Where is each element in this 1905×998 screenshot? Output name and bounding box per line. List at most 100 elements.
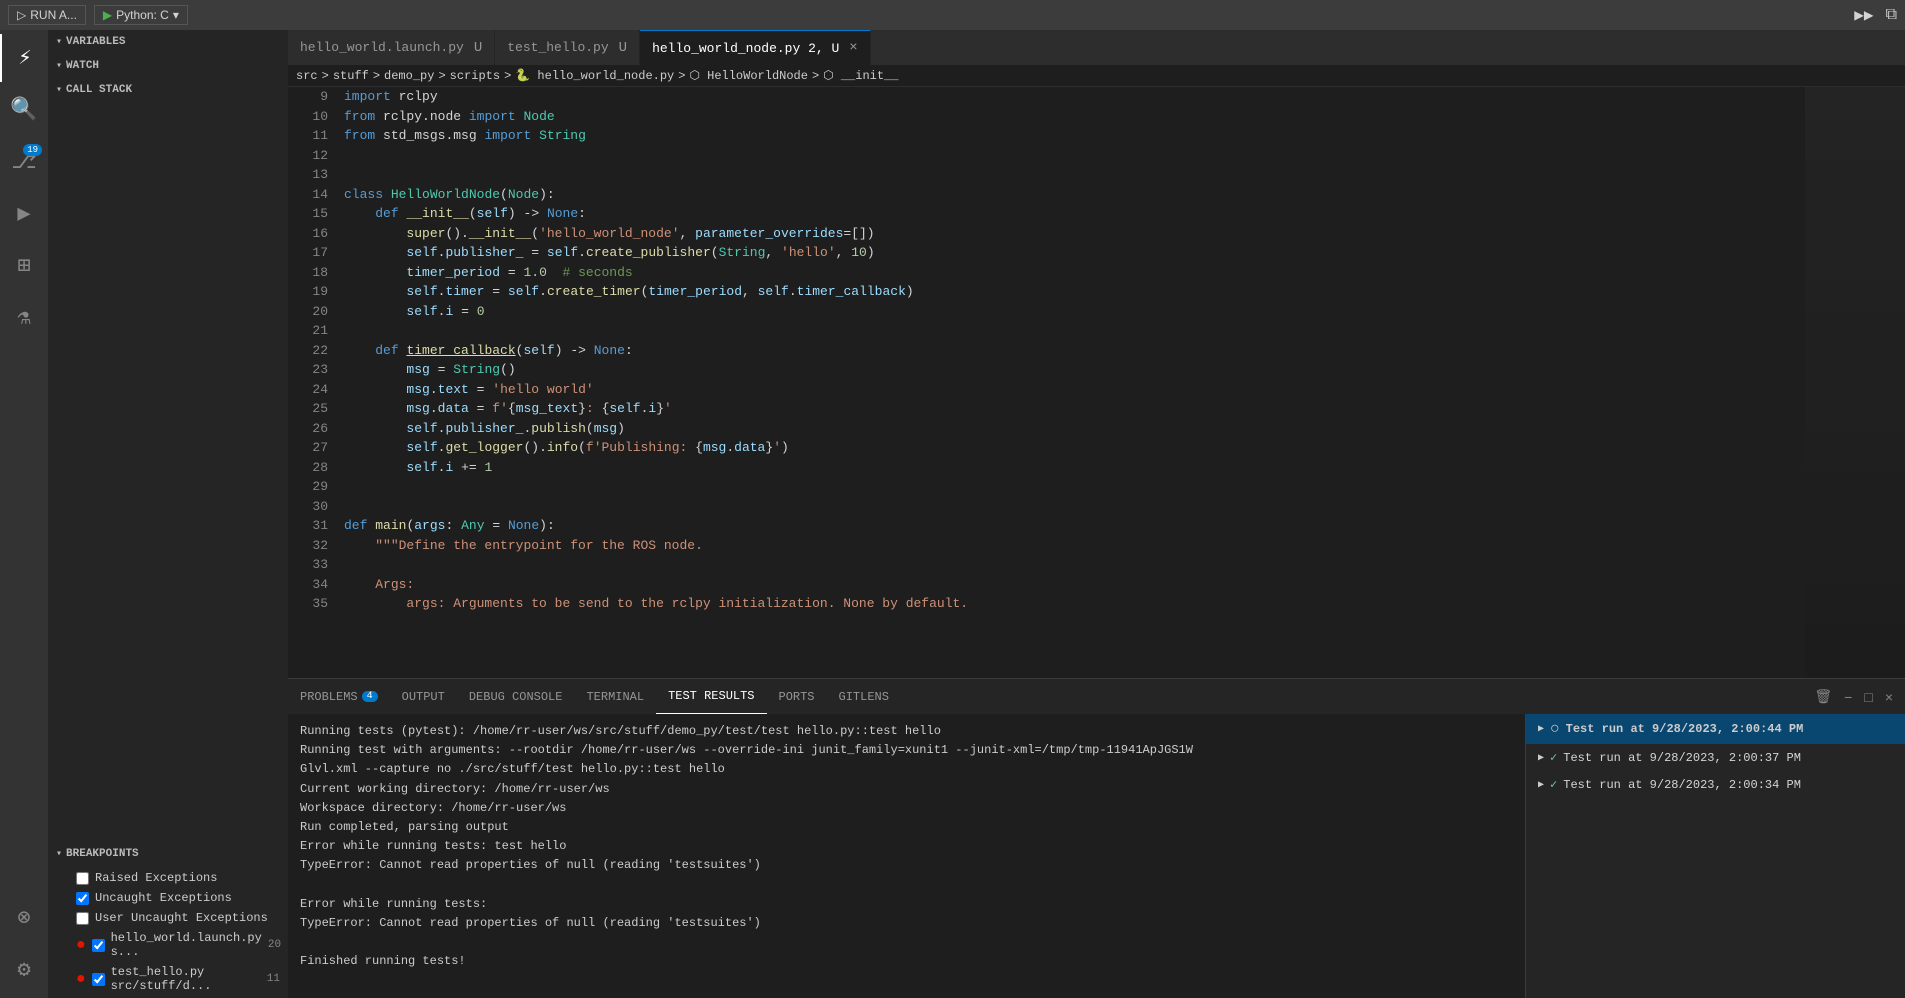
hello-world-launch-checkbox[interactable] (92, 939, 105, 952)
code-line-24: msg.text = 'hello world' (344, 380, 1805, 400)
collapse-panel-button[interactable]: − (1840, 687, 1856, 707)
test-run-1-icon: ○ (1550, 720, 1560, 738)
output-line-9 (300, 876, 1513, 895)
call-stack-arrow: ▾ (56, 84, 62, 96)
sidebar-item-run-debug[interactable]: ⚡ (0, 34, 48, 82)
output-line-8: TypeError: Cannot read properties of nul… (300, 856, 1513, 875)
activity-bar: ⚡ 🔍 ⎇ 19 ▶ ⊞ ⚗ ⊗ ⚙ (0, 30, 48, 998)
tab-terminal[interactable]: TERMINAL (574, 679, 656, 714)
variables-header[interactable]: ▾ VARIABLES (48, 30, 288, 54)
code-line-9: import rclpy (344, 87, 1805, 107)
breakpoint-user-uncaught[interactable]: User Uncaught Exceptions (48, 908, 288, 928)
breakpoint-uncaught-exceptions[interactable]: Uncaught Exceptions (48, 888, 288, 908)
tab-close-3[interactable]: × (849, 40, 857, 56)
python-label: Python: C (116, 8, 169, 22)
tab-label-3: hello_world_node.py 2, U (652, 41, 839, 56)
tab-hello-world-launch[interactable]: hello_world.launch.py U (288, 30, 495, 65)
breakpoints-list: Raised Exceptions Uncaught Exceptions Us… (48, 866, 288, 998)
breakpoints-arrow: ▾ (56, 848, 62, 860)
tab-label-1: hello_world.launch.py (300, 40, 464, 55)
call-stack-section: ▾ CALL STACK (48, 78, 288, 102)
test-run-1[interactable]: ▶ ○ Test run at 9/28/2023, 2:00:44 PM (1526, 714, 1905, 744)
output-line-5: Workspace directory: /home/rr-user/ws (300, 799, 1513, 818)
tab-test-hello[interactable]: test_hello.py U (495, 30, 640, 65)
sidebar-item-testing[interactable]: ⚗ (0, 294, 48, 342)
uncaught-exceptions-checkbox[interactable] (76, 892, 89, 905)
code-line-23: msg = String() (344, 360, 1805, 380)
line-numbers: 910111213 1415161718 1920212223 24252627… (288, 87, 336, 678)
watch-section: ▾ WATCH (48, 54, 288, 78)
test-run-2-label: Test run at 9/28/2023, 2:00:37 PM (1563, 751, 1801, 765)
variables-label: VARIABLES (66, 36, 125, 48)
python-selector[interactable]: ▶ Python: C ▾ (94, 5, 188, 25)
split-icon[interactable]: ⧉ (1886, 6, 1897, 24)
uncaught-exceptions-label: Uncaught Exceptions (95, 891, 232, 905)
code-content[interactable]: import rclpy from rclpy.node import Node… (336, 87, 1805, 678)
test-run-3[interactable]: ▶ ✓ Test run at 9/28/2023, 2:00:34 PM (1526, 771, 1905, 798)
code-line-11: from std_msgs.msg import String (344, 126, 1805, 146)
raised-exceptions-label: Raised Exceptions (95, 871, 217, 885)
panel-actions: 🗑 − □ × (1810, 686, 1905, 707)
variables-section: ▾ VARIABLES (48, 30, 288, 54)
panel-content: Running tests (pytest): /home/rr-user/ws… (288, 714, 1905, 998)
code-line-18: timer_period = 1.0 # seconds (344, 263, 1805, 283)
output-label: OUTPUT (402, 690, 445, 704)
test-results-label: TEST RESULTS (668, 689, 754, 703)
tab-ports[interactable]: PORTS (767, 679, 827, 714)
test-run-3-icon: ✓ (1550, 777, 1557, 792)
user-uncaught-checkbox[interactable] (76, 912, 89, 925)
sidebar-item-extensions[interactable]: ⊞ (0, 242, 48, 290)
tab-debug-console[interactable]: DEBUG CONSOLE (457, 679, 575, 714)
main-layout: ⚡ 🔍 ⎇ 19 ▶ ⊞ ⚗ ⊗ ⚙ ▾ VARIABL (0, 30, 1905, 998)
code-line-15: def __init__(self) -> None: (344, 204, 1805, 224)
sidebar-item-source-control[interactable]: ⎇ 19 (0, 138, 48, 186)
breadcrumb: src > stuff > demo_py > scripts > 🐍 hell… (288, 65, 1905, 87)
tab-test-results[interactable]: TEST RESULTS (656, 679, 766, 714)
breakpoint-test-hello[interactable]: ● test_hello.py src/stuff/d... 11 (48, 962, 288, 996)
test-hello-checkbox[interactable] (92, 973, 105, 986)
sidebar-item-remote[interactable]: ⊗ (0, 894, 48, 942)
play-all-icon[interactable]: ▶▶ (1854, 5, 1873, 25)
code-line-21 (344, 321, 1805, 341)
output-line-10: Error while running tests: (300, 895, 1513, 914)
sidebar-item-settings[interactable]: ⚙ (0, 946, 48, 994)
tab-close-2[interactable]: U (619, 40, 627, 56)
watch-header[interactable]: ▾ WATCH (48, 54, 288, 78)
test-hello-label: test_hello.py src/stuff/d... (111, 965, 261, 993)
breakpoint-raised-exceptions[interactable]: Raised Exceptions (48, 868, 288, 888)
code-line-13 (344, 165, 1805, 185)
breakpoint-hello-world-launch[interactable]: ● hello_world.launch.py s... 20 (48, 928, 288, 962)
code-line-17: self.publisher_ = self.create_publisher(… (344, 243, 1805, 263)
tab-hello-world-node[interactable]: hello_world_node.py 2, U × (640, 30, 871, 65)
code-line-28: self.i += 1 (344, 458, 1805, 478)
test-run-2[interactable]: ▶ ✓ Test run at 9/28/2023, 2:00:37 PM (1526, 744, 1905, 771)
breakpoints-header[interactable]: ▾ BREAKPOINTS (48, 842, 288, 866)
code-line-22: def timer_callback(self) -> None: (344, 341, 1805, 361)
side-spacer (48, 102, 288, 842)
settings-icon: ⚙ (17, 957, 30, 983)
code-line-27: self.get_logger().info(f'Publishing: {ms… (344, 438, 1805, 458)
top-bar: ▷ RUN A... ▶ Python: C ▾ ▶▶ ⧉ (0, 0, 1905, 30)
clear-results-button[interactable]: 🗑 (1810, 686, 1836, 707)
code-line-30 (344, 497, 1805, 517)
raised-exceptions-checkbox[interactable] (76, 872, 89, 885)
tab-close-1[interactable]: U (474, 40, 482, 56)
code-editor[interactable]: 910111213 1415161718 1920212223 24252627… (288, 87, 1805, 678)
remote-icon: ⊗ (17, 905, 30, 931)
tab-gitlens[interactable]: GITLENS (827, 679, 901, 714)
test-run-3-label: Test run at 9/28/2023, 2:00:34 PM (1563, 778, 1801, 792)
call-stack-header[interactable]: ▾ CALL STACK (48, 78, 288, 102)
close-panel-button[interactable]: × (1881, 687, 1897, 707)
tab-problems[interactable]: PROBLEMS 4 (288, 679, 390, 714)
maximize-panel-button[interactable]: □ (1860, 687, 1876, 707)
code-line-31: def main(args: Any = None): (344, 516, 1805, 536)
tab-output[interactable]: OUTPUT (390, 679, 457, 714)
sidebar-item-run[interactable]: ▶ (0, 190, 48, 238)
sidebar-item-search[interactable]: 🔍 (0, 86, 48, 134)
code-line-26: self.publisher_.publish(msg) (344, 419, 1805, 439)
bp-dot-2: ● (76, 971, 86, 987)
bottom-panel: PROBLEMS 4 OUTPUT DEBUG CONSOLE TERMINAL… (288, 678, 1905, 998)
run-button[interactable]: ▷ RUN A... (8, 5, 86, 25)
testing-icon: ⚗ (17, 305, 30, 331)
watch-arrow: ▾ (56, 60, 62, 72)
